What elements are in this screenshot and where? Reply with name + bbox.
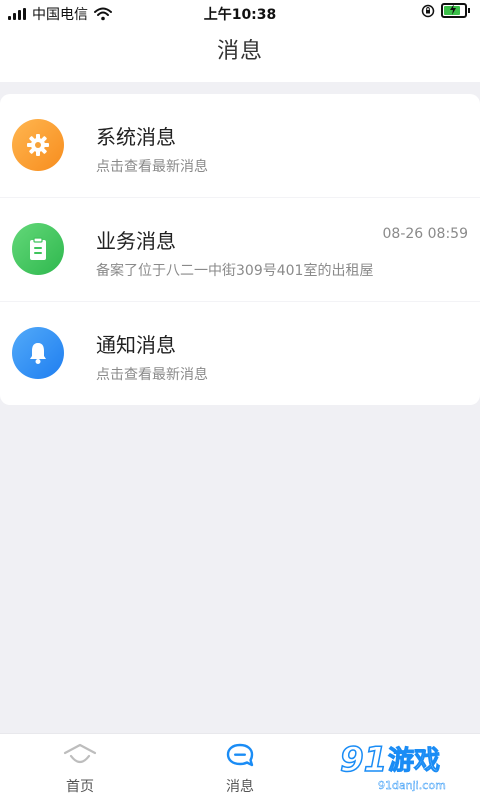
notice-message-icon [12, 327, 64, 379]
message-item-business[interactable]: 业务消息 08-26 08:59 备案了位于八二一中街309号401室的出租屋 [0, 197, 480, 301]
svg-text:91danji.com: 91danji.com [378, 779, 446, 792]
svg-text:91: 91 [340, 740, 387, 780]
nav-bar: 消息 [0, 24, 480, 82]
tab-bar: 首页 消息 91 游戏 91danji.com [0, 733, 480, 801]
business-message-icon [12, 223, 64, 275]
message-item-system[interactable]: 系统消息 点击查看最新消息 [0, 94, 480, 197]
message-subtitle: 点击查看最新消息 [96, 159, 208, 175]
message-title: 系统消息 [96, 125, 176, 149]
system-message-icon [12, 119, 64, 171]
svg-text:游戏: 游戏 [388, 746, 440, 776]
gear-icon [27, 134, 49, 156]
status-right [421, 3, 470, 18]
battery-icon [441, 3, 467, 18]
bell-icon [30, 343, 46, 364]
status-time: 上午10:38 [203, 7, 277, 23]
message-time: 08-26 08:59 [382, 226, 468, 242]
page-title: 消息 [216, 39, 263, 64]
message-icon [226, 743, 254, 767]
orientation-lock-icon [421, 4, 435, 17]
tab-label: 消息 [226, 779, 254, 795]
home-icon [63, 743, 97, 764]
tab-messages[interactable]: 消息 [180, 742, 300, 796]
status-bar: 中国电信 上午10:38 [0, 0, 480, 24]
watermark: 91 游戏 91danji.com [334, 735, 474, 797]
message-title: 业务消息 [96, 229, 176, 253]
tab-label: 首页 [66, 779, 94, 795]
battery-tip [468, 8, 470, 13]
message-item-notice[interactable]: 通知消息 点击查看最新消息 [0, 301, 480, 405]
message-title: 通知消息 [96, 333, 176, 357]
message-subtitle: 备案了位于八二一中街309号401室的出租屋 [96, 263, 374, 279]
clipboard-icon [30, 237, 46, 260]
tab-home[interactable]: 首页 [20, 742, 140, 796]
message-subtitle: 点击查看最新消息 [96, 367, 208, 383]
message-list: 系统消息 点击查看最新消息 业务消息 08-26 08:59 备案了位于八二一中… [0, 94, 480, 405]
watermark-logo-icon: 91 游戏 91danji.com [339, 739, 446, 792]
